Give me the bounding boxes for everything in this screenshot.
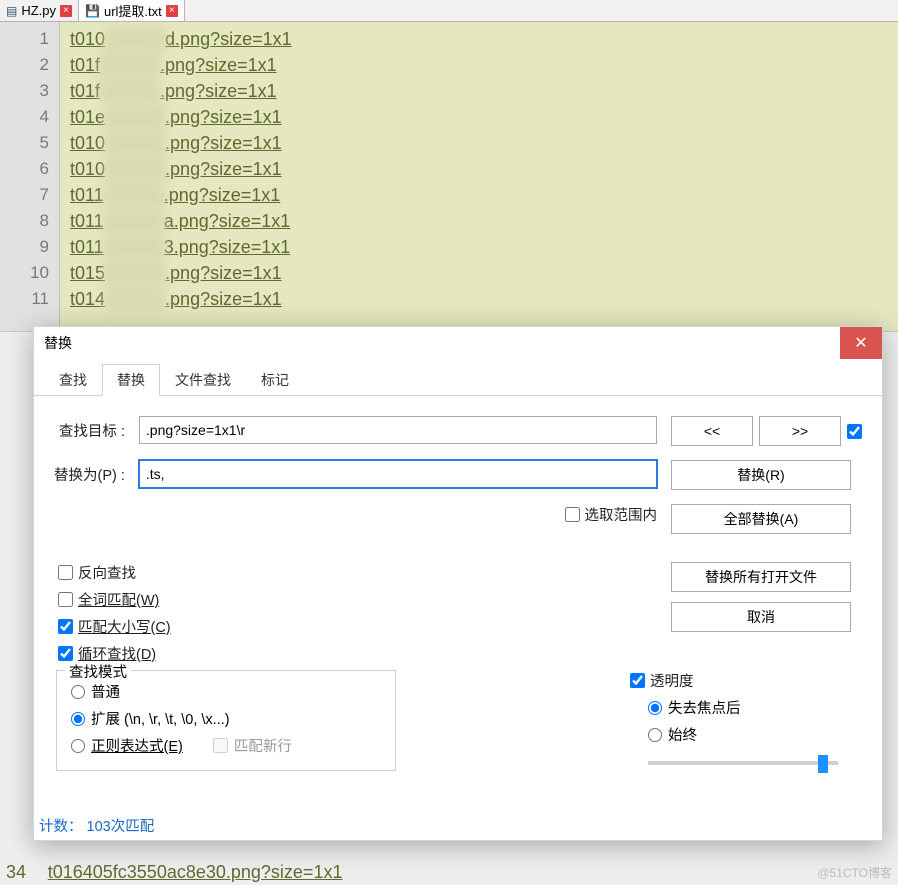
close-icon: ✕	[854, 333, 867, 353]
wrap-check[interactable]: 循环查找(D)	[58, 643, 657, 664]
mode-normal[interactable]: 普通	[71, 681, 381, 702]
tab-find[interactable]: 查找	[44, 364, 102, 396]
code-line: t015663.png?size=1x1	[70, 260, 898, 286]
status-text: 计数： 103次匹配	[39, 815, 154, 836]
editor-tab-label: HZ.py	[21, 3, 56, 18]
search-mode-group: 查找模式 普通 扩展 (\n, \r, \t, \0, \x...) 正则表达式…	[56, 670, 396, 771]
code-line: t011b88.png?size=1x1	[70, 182, 898, 208]
in-selection-check[interactable]: 选取范围内	[565, 504, 658, 525]
dialog-tabs: 查找 替换 文件查找 标记	[34, 359, 882, 396]
slider-thumb[interactable]	[818, 755, 828, 773]
code-line: t010fbd.png?size=1x1	[70, 26, 898, 52]
lineno: 2	[0, 52, 49, 78]
editor-tab-hz[interactable]: ▤ HZ.py ×	[0, 0, 79, 21]
lineno: 5	[0, 130, 49, 156]
mode-regex[interactable]: 正则表达式(E) 匹配新行	[71, 735, 381, 756]
find-prev-button[interactable]: <<	[671, 416, 753, 446]
label-find-target: 查找目标 :	[54, 416, 125, 441]
bottom-peek-line: 34 t016405fc3550ac8e30.png?size=1x1	[6, 862, 342, 883]
lineno: 8	[0, 208, 49, 234]
find-target-input[interactable]	[139, 416, 657, 444]
code-line: t0116f1a.png?size=1x1	[70, 208, 898, 234]
replace-all-button[interactable]: 全部替换(A)	[671, 504, 851, 534]
cancel-button[interactable]: 取消	[671, 602, 851, 632]
disk-icon: ▤	[6, 4, 17, 18]
lineno: 9	[0, 234, 49, 260]
dialog-title: 替换	[44, 333, 840, 353]
transp-always[interactable]: 始终	[648, 724, 860, 745]
pin-dialog-checkbox[interactable]	[847, 424, 862, 439]
transparency-slider[interactable]	[648, 761, 838, 765]
lineno: 1	[0, 26, 49, 52]
lineno: 6	[0, 156, 49, 182]
match-newline-check	[213, 738, 228, 753]
close-icon[interactable]: ×	[166, 5, 178, 17]
gutter: 1 2 3 4 5 6 7 8 9 10 11	[0, 22, 60, 331]
lineno: 10	[0, 260, 49, 286]
label-replace-with: 替换为(P) :	[54, 460, 125, 485]
watermark: @51CTO博客	[817, 864, 892, 881]
code-line: t011c733.png?size=1x1	[70, 234, 898, 260]
tab-replace[interactable]: 替换	[102, 364, 160, 396]
dialog-close-button[interactable]: ✕	[840, 327, 882, 359]
tab-findfiles[interactable]: 文件查找	[160, 364, 246, 396]
match-case-check[interactable]: 匹配大小写(C)	[58, 616, 657, 637]
editor-tab-url[interactable]: 💾 url提取.txt ×	[79, 0, 185, 21]
transparency-check[interactable]: 透明度	[630, 670, 860, 691]
search-mode-legend: 查找模式	[65, 661, 131, 682]
code-line: t01fd8.png?size=1x1	[70, 78, 898, 104]
save-icon: 💾	[85, 4, 100, 18]
tab-mark[interactable]: 标记	[246, 364, 304, 396]
editor-tabbar: ▤ HZ.py × 💾 url提取.txt ×	[0, 0, 898, 22]
code-line: t01420.png?size=1x1	[70, 286, 898, 312]
lineno: 7	[0, 182, 49, 208]
backward-check[interactable]: 反向查找	[58, 562, 657, 583]
replace-all-open-button[interactable]: 替换所有打开文件	[671, 562, 851, 592]
replace-button[interactable]: 替换(R)	[671, 460, 851, 490]
code-line: t01f24.png?size=1x1	[70, 52, 898, 78]
lineno: 4	[0, 104, 49, 130]
close-icon[interactable]: ×	[60, 5, 72, 17]
dialog-titlebar[interactable]: 替换 ✕	[34, 327, 882, 359]
whole-word-check[interactable]: 全词匹配(W)	[58, 589, 657, 610]
lineno: 3	[0, 78, 49, 104]
editor-pane: 1 2 3 4 5 6 7 8 9 10 11 t010fbd.png?size…	[0, 22, 898, 332]
transparency-group: 透明度 失去焦点后 始终	[630, 670, 860, 765]
code-line: t010b9.png?size=1x1	[70, 156, 898, 182]
code-area[interactable]: t010fbd.png?size=1x1 t01f24.png?size=1x1…	[60, 22, 898, 331]
transp-onlosefocus[interactable]: 失去焦点后	[648, 697, 860, 718]
find-next-button[interactable]: >>	[759, 416, 841, 446]
replace-dialog: 替换 ✕ 查找 替换 文件查找 标记 查找目标 : << >> 替换为(P) :…	[33, 326, 883, 841]
mode-extended[interactable]: 扩展 (\n, \r, \t, \0, \x...)	[71, 708, 381, 729]
editor-tab-label: url提取.txt	[104, 1, 162, 20]
replace-with-input[interactable]	[139, 460, 657, 488]
lineno: 11	[0, 286, 49, 312]
code-line: t01ecb.png?size=1x1	[70, 104, 898, 130]
code-line: t01082.png?size=1x1	[70, 130, 898, 156]
